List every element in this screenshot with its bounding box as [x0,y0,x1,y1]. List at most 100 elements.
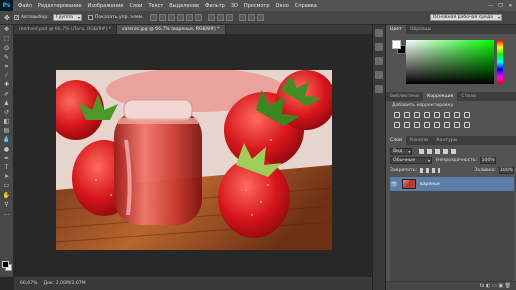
info-panel-icon[interactable] [375,57,383,65]
quick-select-tool-icon[interactable]: ✎ [2,54,12,62]
foreground-color-swatch[interactable] [2,261,9,268]
black-white-icon[interactable] [464,112,470,118]
posterize-icon[interactable] [434,122,440,128]
vibrance-icon[interactable] [434,112,440,118]
autoselect-option[interactable]: Автовыбор: [13,15,49,20]
3d-mode-3-icon[interactable] [256,14,264,21]
brush-tool-icon[interactable]: ✐ [2,91,12,99]
selective-color-icon[interactable] [464,122,470,128]
menu-window[interactable]: Окно [273,3,292,9]
lock-all-icon[interactable] [437,168,441,173]
align-left-icon[interactable] [176,14,184,21]
hue-slider[interactable] [497,40,503,84]
lasso-tool-icon[interactable]: ʘ [2,45,12,53]
tab-paths[interactable]: Контуры [432,136,461,145]
curves-icon[interactable] [414,112,420,118]
menu-type[interactable]: Текст [145,3,166,9]
align-middle-icon[interactable] [158,14,166,21]
zoom-tool-icon[interactable]: ⚲ [2,201,12,209]
workspace-dropdown[interactable]: Основная рабочая среда [429,14,502,21]
gradient-map-icon[interactable] [454,122,460,128]
canvas-area[interactable] [14,34,372,277]
minimize-icon[interactable]: — [486,0,495,11]
jam-photo[interactable] [56,70,332,250]
tab-layers[interactable]: Слои [386,136,406,145]
properties-panel-icon[interactable] [375,43,383,51]
more-tools-icon[interactable]: … [2,210,12,218]
eraser-tool-icon[interactable]: ◧ [2,118,12,126]
transform-checkbox[interactable] [87,15,93,20]
photo-filter-icon[interactable] [394,122,400,128]
distribute-3-icon[interactable] [225,14,233,21]
tab-channels[interactable]: Каналы [406,136,432,145]
color-lookup-icon[interactable] [414,122,420,128]
blur-tool-icon[interactable]: 💧 [2,136,12,144]
invert-icon[interactable] [424,122,430,128]
crop-tool-icon[interactable]: ⌗ [2,63,12,71]
filter-shape-icon[interactable] [443,149,449,154]
gradient-tool-icon[interactable]: ▤ [2,127,12,135]
layer-actions-icon[interactable]: fx ◐ ▭ ▣ 🗑 [480,283,511,289]
3d-mode-2-icon[interactable] [247,14,255,21]
close-icon[interactable]: ✕ [506,0,515,11]
filter-type-icon[interactable] [435,149,441,154]
align-top-icon[interactable] [149,14,157,21]
healing-tool-icon[interactable]: ✚ [2,81,12,89]
history-panel-icon[interactable] [375,29,383,37]
opacity-field[interactable]: 100% [480,157,497,164]
eyedropper-tool-icon[interactable]: ⁄ [2,72,12,80]
menu-view[interactable]: Просмотр [241,3,273,9]
color-picker-field[interactable] [406,40,494,84]
tab-color[interactable]: Цвет [386,25,406,34]
marquee-tool-icon[interactable]: ⬚ [2,35,12,43]
move-tool-icon[interactable]: ✥ [2,26,12,34]
tab-varenie[interactable]: varenie.jpg @ 66,7% (варенье, RGB/8#) * [116,25,226,34]
tab-libraries[interactable]: Библиотеки [386,92,423,101]
hue-saturation-icon[interactable] [444,112,450,118]
eye-icon[interactable]: 👁 [390,181,398,188]
menu-edit[interactable]: Редактирование [35,3,85,9]
tab-swatches[interactable]: Образцы [406,25,435,34]
dodge-tool-icon[interactable]: ● [2,146,12,154]
color-foreground-swatch[interactable] [392,40,401,49]
move-tool-icon[interactable]: ✥ [4,14,10,22]
align-right-icon[interactable] [194,14,202,21]
tab-styles[interactable]: Стили [457,92,480,101]
hand-tool-icon[interactable]: ✋ [2,192,12,200]
menu-select[interactable]: Выделение [166,3,202,9]
lock-pixels-icon[interactable] [425,168,429,173]
layer-kind-dropdown[interactable]: Вид [390,148,413,155]
distribute-icon[interactable] [207,14,215,21]
restore-icon[interactable]: ❐ [496,0,505,11]
menu-filter[interactable]: Фильтр [202,3,228,9]
layer-row[interactable]: 👁 варенье [390,177,514,191]
autoselect-dropdown[interactable]: Группа [52,14,82,21]
distribute-2-icon[interactable] [216,14,224,21]
3d-mode-icon[interactable] [238,14,246,21]
channel-mixer-icon[interactable] [404,122,410,128]
blend-mode-dropdown[interactable]: Обычные [390,157,432,164]
filter-adjust-icon[interactable] [427,149,433,154]
brightness-icon[interactable] [394,112,400,118]
threshold-icon[interactable] [444,122,450,128]
autoselect-checkbox[interactable] [13,15,19,20]
paragraph-panel-icon[interactable] [375,85,383,93]
align-center-icon[interactable] [185,14,193,21]
menu-layers[interactable]: Слои [126,3,145,9]
exposure-icon[interactable] [424,112,430,118]
tab-medved[interactable]: medved.psd @ 66,7% (Лого, RGB/8#) * [14,25,117,34]
fill-field[interactable]: 100% [498,167,514,174]
type-tool-icon[interactable]: T [2,164,12,172]
align-bottom-icon[interactable] [167,14,175,21]
color-balance-icon[interactable] [454,112,460,118]
character-panel-icon[interactable] [375,71,383,79]
lock-position-icon[interactable] [431,168,435,173]
layer-name[interactable]: варенье [420,182,440,187]
clone-stamp-tool-icon[interactable]: ♟ [2,100,12,108]
path-select-tool-icon[interactable]: ➤ [2,173,12,181]
menu-image[interactable]: Изображение [84,3,126,9]
menu-file[interactable]: Файл [15,3,35,9]
levels-icon[interactable] [404,112,410,118]
tab-adjustments[interactable]: Коррекция [422,92,458,101]
pen-tool-icon[interactable]: ✒ [2,155,12,163]
